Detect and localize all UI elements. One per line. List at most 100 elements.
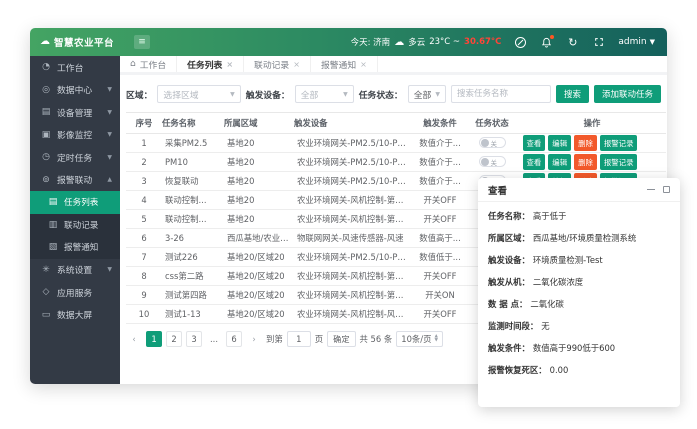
cell-actions: 查看编辑删除报警记录联动记录 (518, 153, 666, 172)
sidebar-item-2[interactable]: ▤ 设备管理 ▼ (30, 101, 120, 124)
add-linkage-task-button[interactable]: 添加联动任务 (594, 85, 661, 103)
page-number-6[interactable]: 6 (226, 331, 242, 347)
table-header-row: 序号任务名称所属区域触发设备触发条件任务状态操作 (126, 113, 666, 134)
cell-no: 6 (126, 229, 162, 248)
maximize-icon[interactable] (663, 186, 670, 193)
chevron-down-icon: ▼ (107, 266, 112, 273)
row-action-3-button[interactable]: 报警记录 (600, 135, 638, 151)
filter-bar: 区域： 选择区域▼ 触发设备： 全部▼ 任务状态： 全部▼ 搜索 添加联动任务 (126, 83, 661, 112)
cloud-logo-icon: ☁ (40, 37, 50, 47)
cell-region: 基地20/区域20 (224, 286, 294, 305)
dialog-field-0: 任务名称：高于低于 (488, 211, 670, 222)
search-input[interactable] (451, 85, 551, 103)
guide-icon[interactable] (514, 36, 527, 49)
sidebar-item-4[interactable]: ◷定时任务▼ (30, 146, 120, 169)
cell-region: 基地20/区域20 (224, 267, 294, 286)
bell-icon[interactable] (540, 36, 553, 49)
cell-region: 基地20/区域20 (224, 305, 294, 324)
dialog-body: 任务名称：高于低于所属区域：西瓜基地/环境质量检测系统触发设备：环境质量检测-T… (478, 202, 680, 376)
row-action-0-button[interactable]: 查看 (523, 154, 546, 170)
sidebar-item-label: 设备管理 (57, 106, 92, 119)
tab-label: 任务列表 (187, 58, 222, 71)
row-action-0-button[interactable]: 查看 (523, 135, 546, 151)
dialog-field-3: 触发从机：二氧化碳浓度 (488, 277, 670, 288)
field-label: 任务名称： (488, 211, 530, 222)
page-size-select[interactable]: 10条/页 ▲▼ (396, 331, 443, 347)
sidebar-item-label: 联动记录 (64, 219, 98, 231)
region-filter-label: 区域： (126, 88, 152, 101)
row-action-2-button[interactable]: 删除 (574, 154, 597, 170)
dialog-field-5: 监测时间段：无 (488, 321, 670, 332)
toggle-knob (481, 139, 489, 147)
page-number-3[interactable]: 3 (186, 331, 202, 347)
prev-page-icon[interactable]: ‹ (126, 331, 142, 347)
field-value: 二氧化碳浓度 (533, 277, 583, 288)
chevron-down-icon: ▼ (230, 91, 235, 98)
refresh-icon[interactable]: ↻ (566, 36, 579, 49)
tab-0[interactable]: ⌂工作台 (120, 56, 177, 72)
app-logo: ☁ 智慧农业平台 (30, 35, 120, 49)
field-label: 所属区域： (488, 233, 530, 244)
device-manage-icon: ▤ (41, 107, 51, 117)
field-label: 触发条件： (488, 343, 530, 354)
stepper-icon: ▲▼ (434, 335, 437, 343)
workbench-icon: ◔ (41, 62, 51, 72)
cell-condition: 开关OFF (414, 305, 466, 324)
sidebar-item-1[interactable]: ◎数据中心▼ (30, 79, 120, 102)
dialog-field-1: 所属区域：西瓜基地/环境质量检测系统 (488, 233, 670, 244)
search-button[interactable]: 搜索 (556, 85, 589, 103)
sidebar-item-8[interactable]: ▧报警通知 (30, 236, 120, 259)
close-icon[interactable]: × (293, 60, 300, 69)
chevron-down-icon: ▼ (107, 154, 112, 161)
close-icon[interactable]: × (226, 60, 233, 69)
next-page-icon[interactable]: › (246, 331, 262, 347)
column-header-6: 操作 (518, 113, 666, 134)
field-value: 数值高于990低于600 (533, 343, 615, 354)
sidebar-item-3[interactable]: ▣影像监控▼ (30, 124, 120, 147)
sidebar-item-11[interactable]: ▭数据大屏 (30, 304, 120, 327)
status-toggle[interactable]: 关 (479, 156, 506, 167)
sidebar-item-0[interactable]: ◔工作台 (30, 56, 120, 79)
fullscreen-icon[interactable] (592, 36, 605, 49)
device-select[interactable]: 全部▼ (295, 85, 354, 103)
table-row: 1采集PM2.5基地20农业环境网关-PM2.5/10-PM2.5数值介于...… (126, 134, 666, 153)
chevron-down-icon: ▼ (107, 109, 112, 116)
tab-2[interactable]: 联动记录× (244, 56, 311, 72)
sidebar-item-6[interactable]: ▤任务列表 (30, 191, 120, 214)
task-list-icon: ▤ (48, 197, 58, 207)
cell-region: 西瓜基地/农业环... (224, 229, 294, 248)
sidebar-collapse-button[interactable]: ≡ (134, 35, 150, 49)
cell-actions: 查看编辑删除报警记录联动记录 (518, 134, 666, 153)
status-select[interactable]: 全部▼ (408, 85, 446, 103)
cell-region: 基地20 (224, 210, 294, 229)
row-action-1-button[interactable]: 编辑 (548, 135, 571, 151)
tab-3[interactable]: 报警通知× (311, 56, 378, 72)
sidebar-item-5[interactable]: ⊚报警联动▲ (30, 169, 120, 192)
close-icon[interactable]: × (360, 60, 367, 69)
page-number-2[interactable]: 2 (166, 331, 182, 347)
row-action-3-button[interactable]: 报警记录 (600, 154, 638, 170)
column-header-5: 任务状态 (466, 113, 518, 134)
sidebar-item-7[interactable]: ▥联动记录 (30, 214, 120, 237)
row-action-1-button[interactable]: 编辑 (548, 154, 571, 170)
cell-region: 基地20 (224, 134, 294, 153)
status-toggle[interactable]: 关 (479, 137, 506, 148)
minimize-icon[interactable] (647, 189, 655, 191)
user-menu[interactable]: admin ▼ (618, 37, 655, 47)
tab-1[interactable]: 任务列表 × (177, 56, 244, 72)
big-screen-icon: ▭ (41, 310, 51, 320)
chevron-down-icon: ▼ (107, 131, 112, 138)
sidebar-item-10[interactable]: ◇应用服务 (30, 281, 120, 304)
chevron-up-icon: ▲ (107, 176, 112, 183)
goto-confirm-button[interactable]: 确定 (327, 331, 355, 347)
table-row: 2PM10基地20农业环境网关-PM2.5/10-PM10-数值介于...关查看… (126, 153, 666, 172)
sidebar-item-9[interactable]: ✳系统设置▼ (30, 259, 120, 282)
toggle-state-label: 关 (491, 138, 498, 148)
column-header-1: 任务名称 (162, 113, 224, 134)
row-action-2-button[interactable]: 删除 (574, 135, 597, 151)
alarm-notice-icon: ▧ (48, 242, 58, 252)
cell-device: 农业环境网关-风机控制-第二路 (294, 210, 414, 229)
region-select[interactable]: 选择区域▼ (157, 85, 240, 103)
page-number-1[interactable]: 1 (146, 331, 162, 347)
goto-page-input[interactable] (287, 331, 311, 347)
